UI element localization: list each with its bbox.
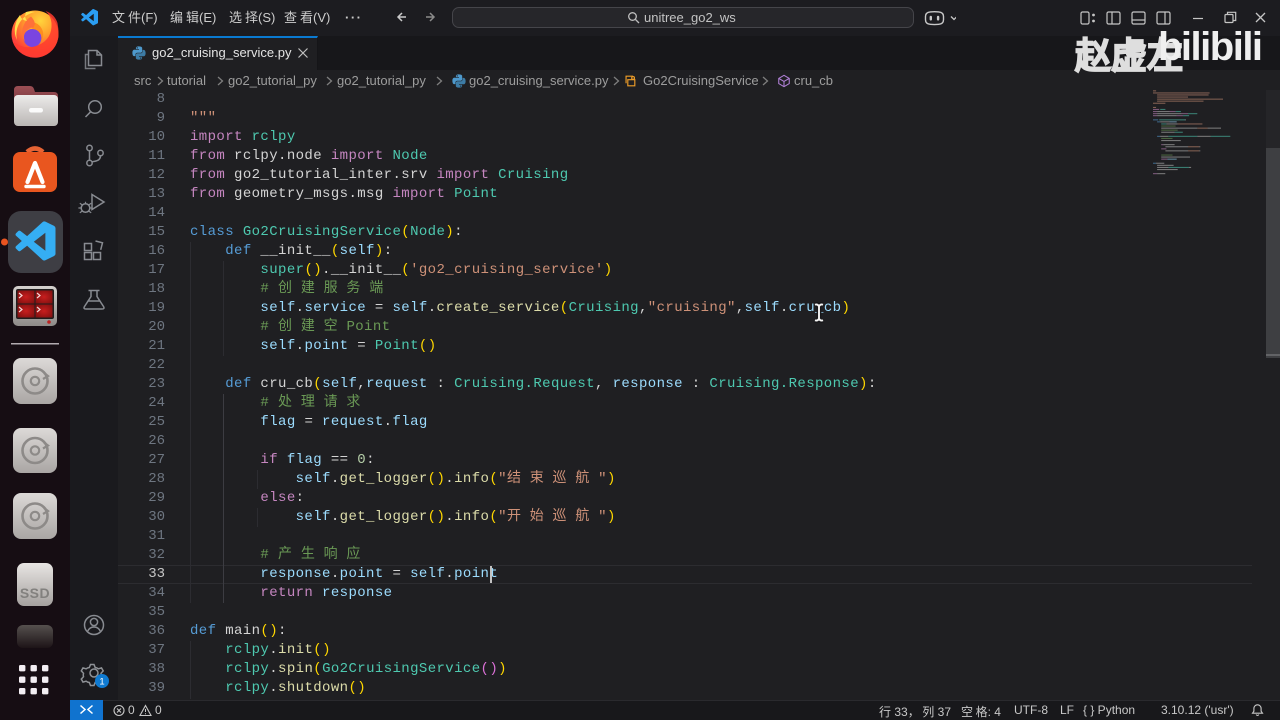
svg-text:1: 1 <box>99 677 104 688</box>
svg-text:SSD: SSD <box>20 585 50 601</box>
